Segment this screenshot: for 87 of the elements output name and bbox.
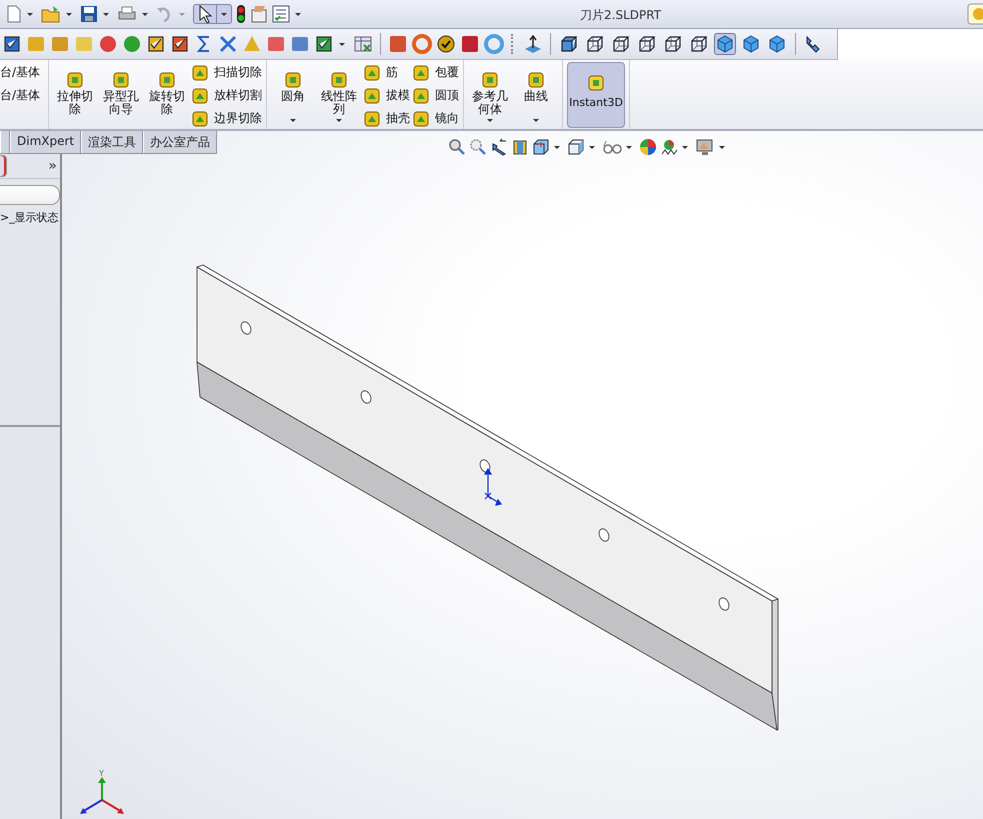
color-ball-icon[interactable] — [639, 138, 657, 156]
feature-icon[interactable] — [526, 70, 546, 90]
checklist-icon[interactable] — [272, 5, 290, 23]
caret-icon[interactable] — [66, 12, 72, 16]
glasses-icon[interactable] — [602, 138, 622, 156]
feature-icon[interactable] — [65, 70, 86, 90]
section-view-icon[interactable] — [511, 138, 529, 156]
caret-icon[interactable] — [221, 12, 227, 16]
filter-field[interactable] — [0, 185, 60, 205]
pointer-icon[interactable] — [198, 5, 212, 23]
caret-icon[interactable] — [290, 119, 296, 122]
select-button[interactable] — [193, 4, 232, 24]
ribbon-button[interactable]: 圆顶 — [412, 86, 460, 105]
feature-icon[interactable] — [586, 73, 606, 93]
checkbox-icon[interactable] — [170, 34, 190, 54]
caret-icon[interactable] — [103, 12, 109, 16]
ribbon-button[interactable]: 筋 — [363, 63, 410, 82]
tab[interactable] — [0, 131, 10, 153]
feature-icon[interactable] — [412, 110, 430, 128]
feature-icon[interactable] — [111, 70, 132, 90]
help-icon[interactable] — [967, 3, 983, 25]
caret-icon[interactable] — [295, 12, 301, 16]
tab-icon[interactable] — [0, 154, 7, 176]
caret-icon[interactable] — [589, 146, 595, 148]
feature-icon[interactable] — [283, 70, 304, 90]
zoom-fit-icon[interactable] — [448, 138, 466, 156]
tree-item[interactable]: >_显示状态 — [0, 210, 60, 225]
tab[interactable]: DimXpert — [10, 131, 82, 153]
ribbon-button[interactable]: 线性阵列 — [317, 63, 362, 127]
table-icon[interactable] — [353, 34, 373, 54]
view-orientation-icon[interactable] — [532, 138, 550, 156]
axis-triad-drawing: Y — [80, 769, 124, 814]
feature-icon[interactable] — [157, 70, 178, 90]
ribbon-button[interactable]: 镜向 — [412, 109, 460, 128]
ribbon-button[interactable]: 参考几何体 — [468, 63, 512, 127]
toolbar-grip-icon[interactable] — [511, 34, 516, 54]
expand-button[interactable]: » — [48, 158, 60, 174]
caret-icon[interactable] — [142, 12, 148, 16]
caret-icon[interactable] — [533, 119, 540, 122]
origin-marker-icon — [484, 468, 502, 506]
ribbon-button[interactable]: Instant3D — [567, 62, 626, 128]
tab[interactable]: 渲染工具 — [81, 131, 144, 153]
ribbon-button[interactable]: 拔模 — [363, 86, 410, 105]
scene-icon[interactable] — [660, 138, 678, 156]
check-circle-icon[interactable] — [436, 34, 456, 54]
ribbon-button[interactable]: 异型孔向导 — [99, 63, 144, 127]
caret-icon[interactable] — [719, 146, 725, 148]
caret-icon[interactable] — [682, 146, 688, 148]
folder-icon[interactable] — [41, 5, 61, 23]
feature-icon[interactable] — [329, 70, 350, 90]
ribbon-button[interactable]: 扫描切除 — [191, 63, 262, 82]
caret-icon[interactable] — [626, 146, 632, 148]
feature-icon[interactable] — [363, 86, 382, 104]
feature-icon[interactable] — [191, 86, 210, 104]
feature-icon[interactable] — [191, 64, 210, 82]
ribbon-button[interactable]: 台/基体 — [0, 86, 40, 105]
ribbon-button[interactable]: 包覆 — [412, 63, 460, 82]
feature-icon[interactable] — [480, 70, 500, 90]
monitor-icon[interactable] — [695, 138, 715, 156]
caret-icon[interactable] — [27, 12, 33, 16]
ribbon-button[interactable]: 边界切除 — [191, 109, 262, 128]
spell-check-icon[interactable] — [2, 34, 22, 54]
feature-icon[interactable] — [363, 64, 382, 82]
caret-icon[interactable] — [554, 146, 560, 148]
caret-icon[interactable] — [339, 42, 345, 46]
display-style-icon[interactable] — [567, 138, 585, 156]
ribbon-button[interactable]: 圆角 — [271, 63, 316, 127]
ribbon-button[interactable]: 放样切割 — [191, 86, 262, 105]
zoom-area-icon[interactable] — [469, 138, 487, 156]
ribbon-button[interactable]: 拉伸切除 — [53, 63, 98, 127]
previous-view-icon[interactable] — [490, 138, 508, 156]
checkbox-icon[interactable] — [146, 34, 166, 54]
caret-icon[interactable] — [487, 119, 494, 122]
ribbon-button[interactable]: 台/基体 — [0, 63, 40, 82]
clipboard-hand-icon[interactable] — [250, 5, 268, 23]
normal-to-plane-icon[interactable] — [523, 34, 543, 54]
feature-icon[interactable] — [412, 86, 430, 104]
tab[interactable]: 办公室产品 — [143, 131, 218, 153]
ribbon-button[interactable]: 旋转切除 — [145, 63, 190, 127]
window-title: 刀片2.SLDPRT — [580, 7, 662, 24]
feature-icon[interactable] — [191, 110, 210, 128]
ribbon-button[interactable]: 曲线 — [514, 63, 558, 127]
feature-icon[interactable] — [363, 110, 382, 128]
ribbon-button[interactable]: 抽壳 — [363, 109, 410, 128]
page-icon[interactable] — [6, 5, 22, 23]
feature-icon[interactable] — [412, 64, 430, 82]
caret-icon[interactable] — [336, 119, 342, 122]
